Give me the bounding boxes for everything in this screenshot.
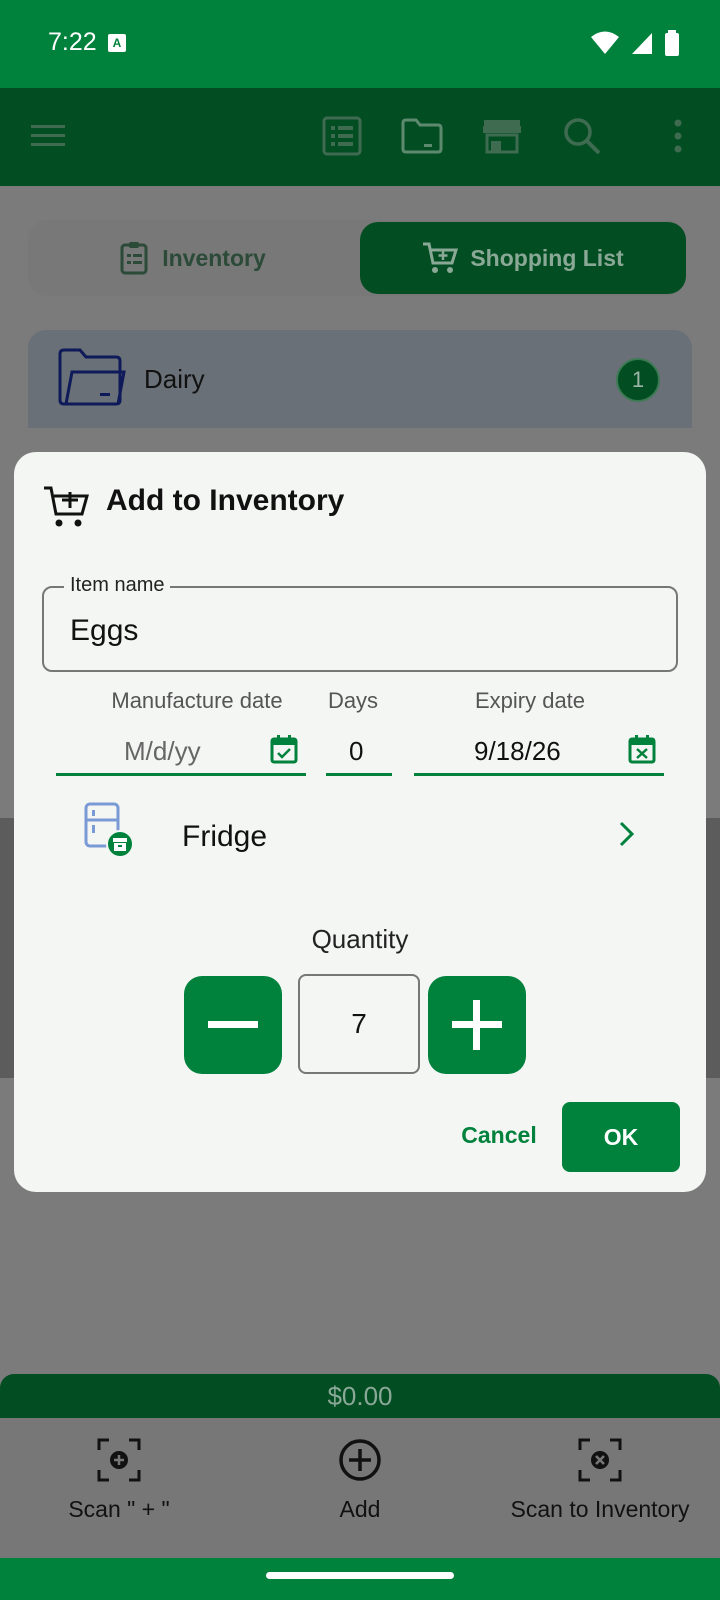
category-name: Dairy — [144, 364, 205, 394]
minus-icon — [208, 1021, 258, 1028]
tab-bar: Inventory Shopping List — [28, 220, 686, 296]
location-label: Fridge — [182, 820, 268, 853]
quantity-input[interactable]: 7 — [298, 974, 420, 1074]
cancel-button[interactable]: Cancel — [444, 1102, 554, 1168]
quantity-label: Quantity — [311, 924, 409, 954]
notification-icon: A — [108, 34, 126, 52]
scan-plus-label: Scan " + " — [68, 1496, 170, 1522]
fridge-icon — [84, 802, 134, 858]
scan-to-inventory-label: Scan to Inventory — [510, 1496, 690, 1522]
manufacture-date-input[interactable]: M/d/yy — [56, 720, 306, 776]
signal-icon — [632, 33, 652, 54]
expiry-date-input[interactable]: 9/18/26 — [414, 720, 664, 776]
bottom-navigation: Scan " + " Add Scan to Inventory — [0, 1418, 720, 1558]
dialog-title: Add to Inventory — [106, 484, 345, 517]
battery-icon — [665, 30, 679, 56]
scan-add-icon — [97, 1438, 141, 1482]
more-options-icon[interactable] — [652, 110, 704, 162]
increment-button[interactable] — [428, 976, 526, 1074]
category-dairy[interactable]: Dairy 1 — [28, 330, 692, 428]
chevron-right-icon — [619, 821, 635, 847]
cart-icon — [423, 242, 459, 273]
add-circle-icon — [339, 1439, 381, 1481]
item-name-label: Item name — [64, 574, 171, 597]
calendar-clear-icon[interactable] — [628, 734, 656, 764]
scan-to-inventory-button[interactable]: Scan to Inventory — [496, 1438, 704, 1523]
wifi-icon — [591, 31, 619, 54]
home-indicator[interactable] — [266, 1572, 454, 1579]
folder-icon — [58, 348, 126, 406]
gesture-bar — [0, 1558, 720, 1600]
toolbar — [0, 88, 720, 186]
total-amount: $0.00 — [0, 1374, 720, 1418]
menu-icon[interactable] — [22, 110, 74, 162]
manufacture-date-placeholder: M/d/yy — [124, 736, 201, 766]
item-name-field[interactable]: Item name Eggs — [42, 574, 678, 672]
list-icon[interactable] — [316, 110, 368, 162]
tab-inventory-label: Inventory — [162, 244, 266, 271]
count-badge: 1 — [616, 358, 660, 402]
status-time: 7:22 — [48, 28, 97, 56]
days-label: Days — [327, 688, 379, 713]
days-value: 0 — [349, 736, 364, 766]
location-selector[interactable]: Fridge — [74, 802, 654, 872]
add-to-inventory-dialog: Add to Inventory Item name Eggs Manufact… — [14, 452, 706, 1192]
add-to-cart-icon — [44, 486, 89, 527]
folder-icon[interactable] — [396, 110, 448, 162]
item-name-value: Eggs — [70, 614, 139, 647]
add-button[interactable]: Add — [320, 1438, 400, 1523]
days-input[interactable]: 0 — [326, 720, 392, 776]
status-bar: 7:22 A — [0, 0, 720, 88]
decrement-button[interactable] — [184, 976, 282, 1074]
status-icons — [590, 28, 680, 58]
scan-plus-button[interactable]: Scan " + " — [64, 1438, 174, 1523]
add-label: Add — [339, 1496, 381, 1522]
plus-icon — [452, 1000, 502, 1050]
expiry-date-label: Expiry date — [474, 688, 586, 713]
scan-remove-icon — [578, 1438, 622, 1482]
manufacture-date-label: Manufacture date — [111, 688, 283, 713]
calendar-check-icon[interactable] — [270, 734, 298, 764]
search-icon[interactable] — [556, 110, 608, 162]
tab-shopping-list[interactable]: Shopping List — [360, 222, 686, 294]
tab-shopping-list-label: Shopping List — [470, 244, 624, 271]
ok-button[interactable]: OK — [562, 1102, 680, 1172]
inventory-list-icon — [120, 242, 148, 275]
store-icon[interactable] — [476, 110, 528, 162]
tab-inventory[interactable]: Inventory — [28, 220, 358, 296]
expiry-date-value: 9/18/26 — [474, 736, 561, 766]
